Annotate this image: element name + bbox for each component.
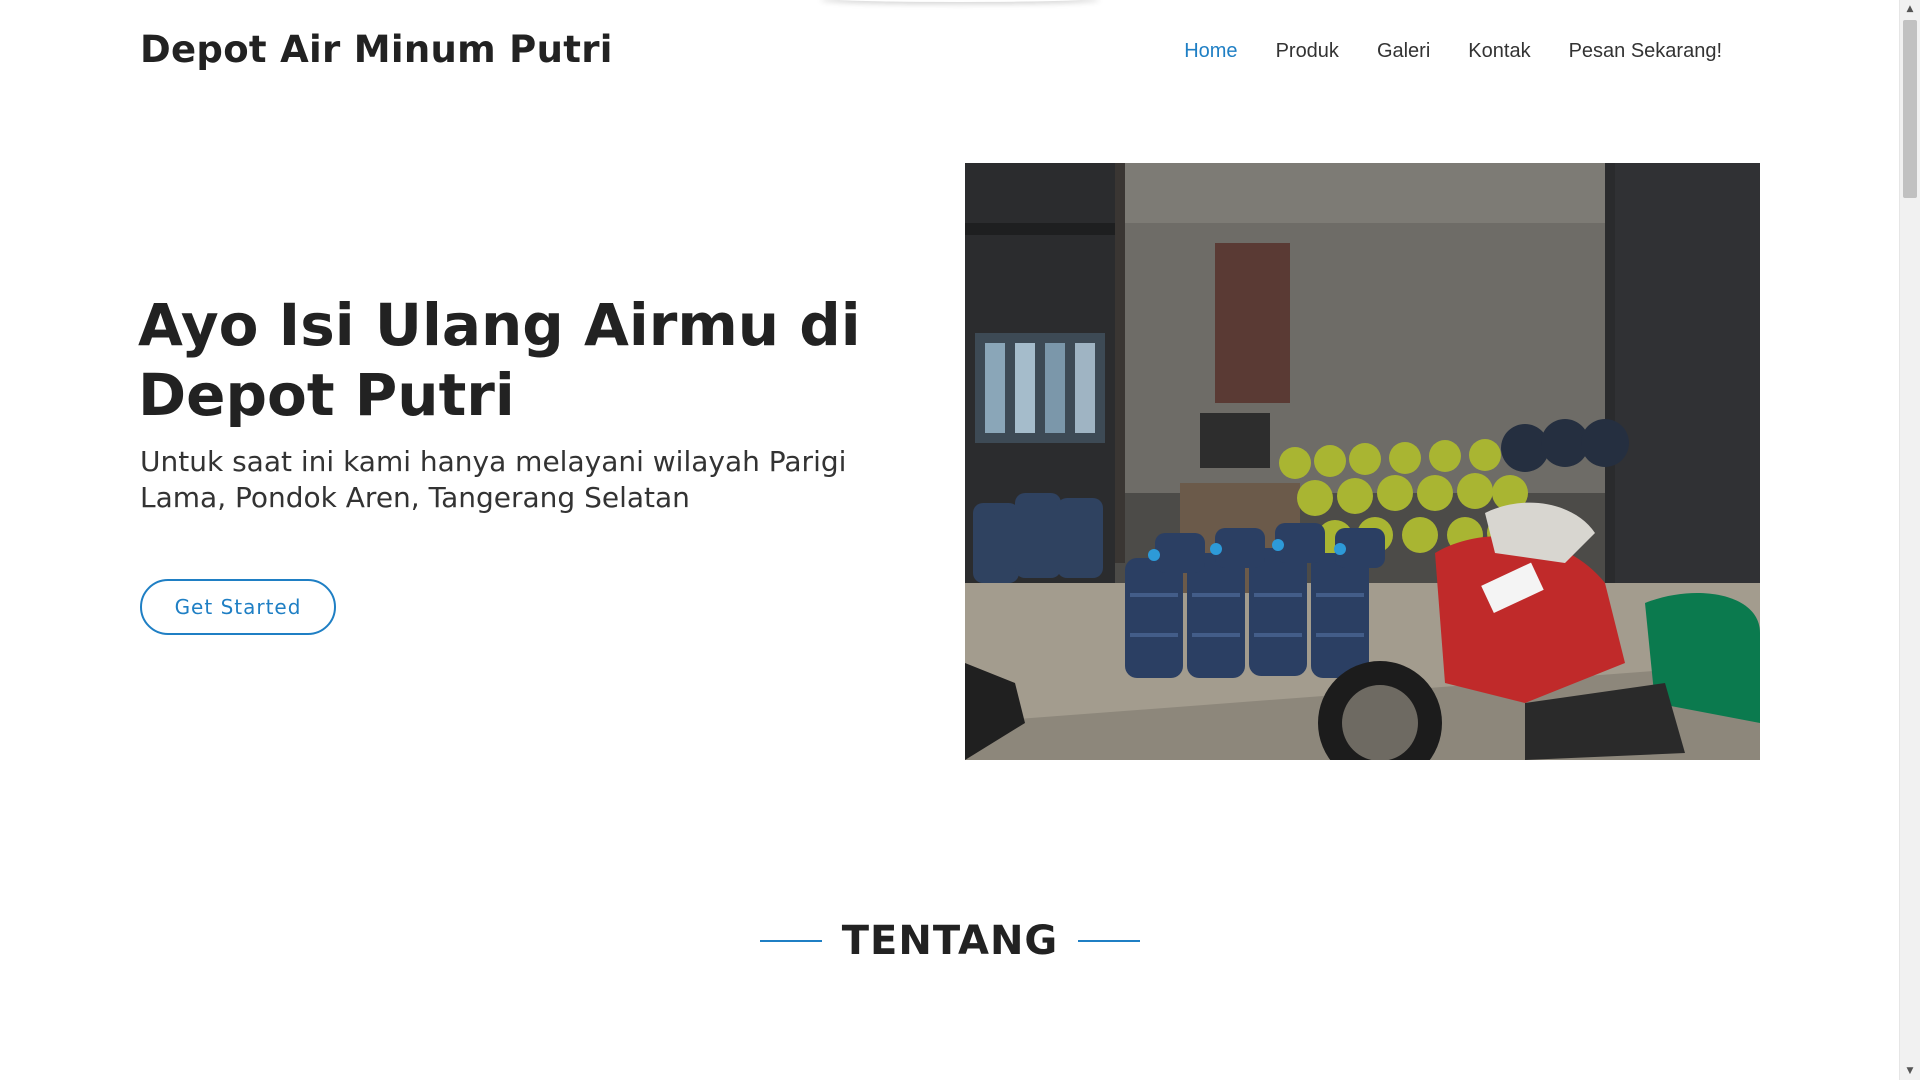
get-started-button[interactable]: Get Started [140,579,336,635]
section-title: TENTANG [841,918,1059,964]
page: Depot Air Minum Putri Home Produk Galeri… [0,0,1920,1080]
section-heading-tentang: TENTANG [0,918,1900,964]
site-header: Depot Air Minum Putri Home Produk Galeri… [0,0,1900,106]
hero-subtitle: Untuk saat ini kami hanya melayani wilay… [140,445,847,514]
triangle-down-icon[interactable]: ▼ [1900,1062,1920,1080]
nav-pesan-sekarang[interactable]: Pesan Sekarang! [1569,40,1722,63]
main-nav: Home Produk Galeri Kontak Pesan Sekarang… [1184,40,1722,63]
scrollbar-thumb[interactable] [1903,20,1917,198]
hero-image [965,163,1760,760]
heading-line-right [1078,940,1141,942]
depot-store-illustration [965,163,1760,760]
triangle-up-icon[interactable]: ▲ [1900,0,1920,18]
nav-kontak[interactable]: Kontak [1468,40,1530,63]
nav-galeri[interactable]: Galeri [1377,40,1430,63]
nav-produk[interactable]: Produk [1276,40,1339,63]
site-logo[interactable]: Depot Air Minum Putri [140,28,613,71]
page-scrollbar[interactable]: ▲ ▼ [1899,0,1920,1080]
hero-title: Ayo Isi Ulang Airmu di Depot Putri [138,291,861,429]
nav-home[interactable]: Home [1184,40,1237,63]
heading-line-left [759,940,822,942]
